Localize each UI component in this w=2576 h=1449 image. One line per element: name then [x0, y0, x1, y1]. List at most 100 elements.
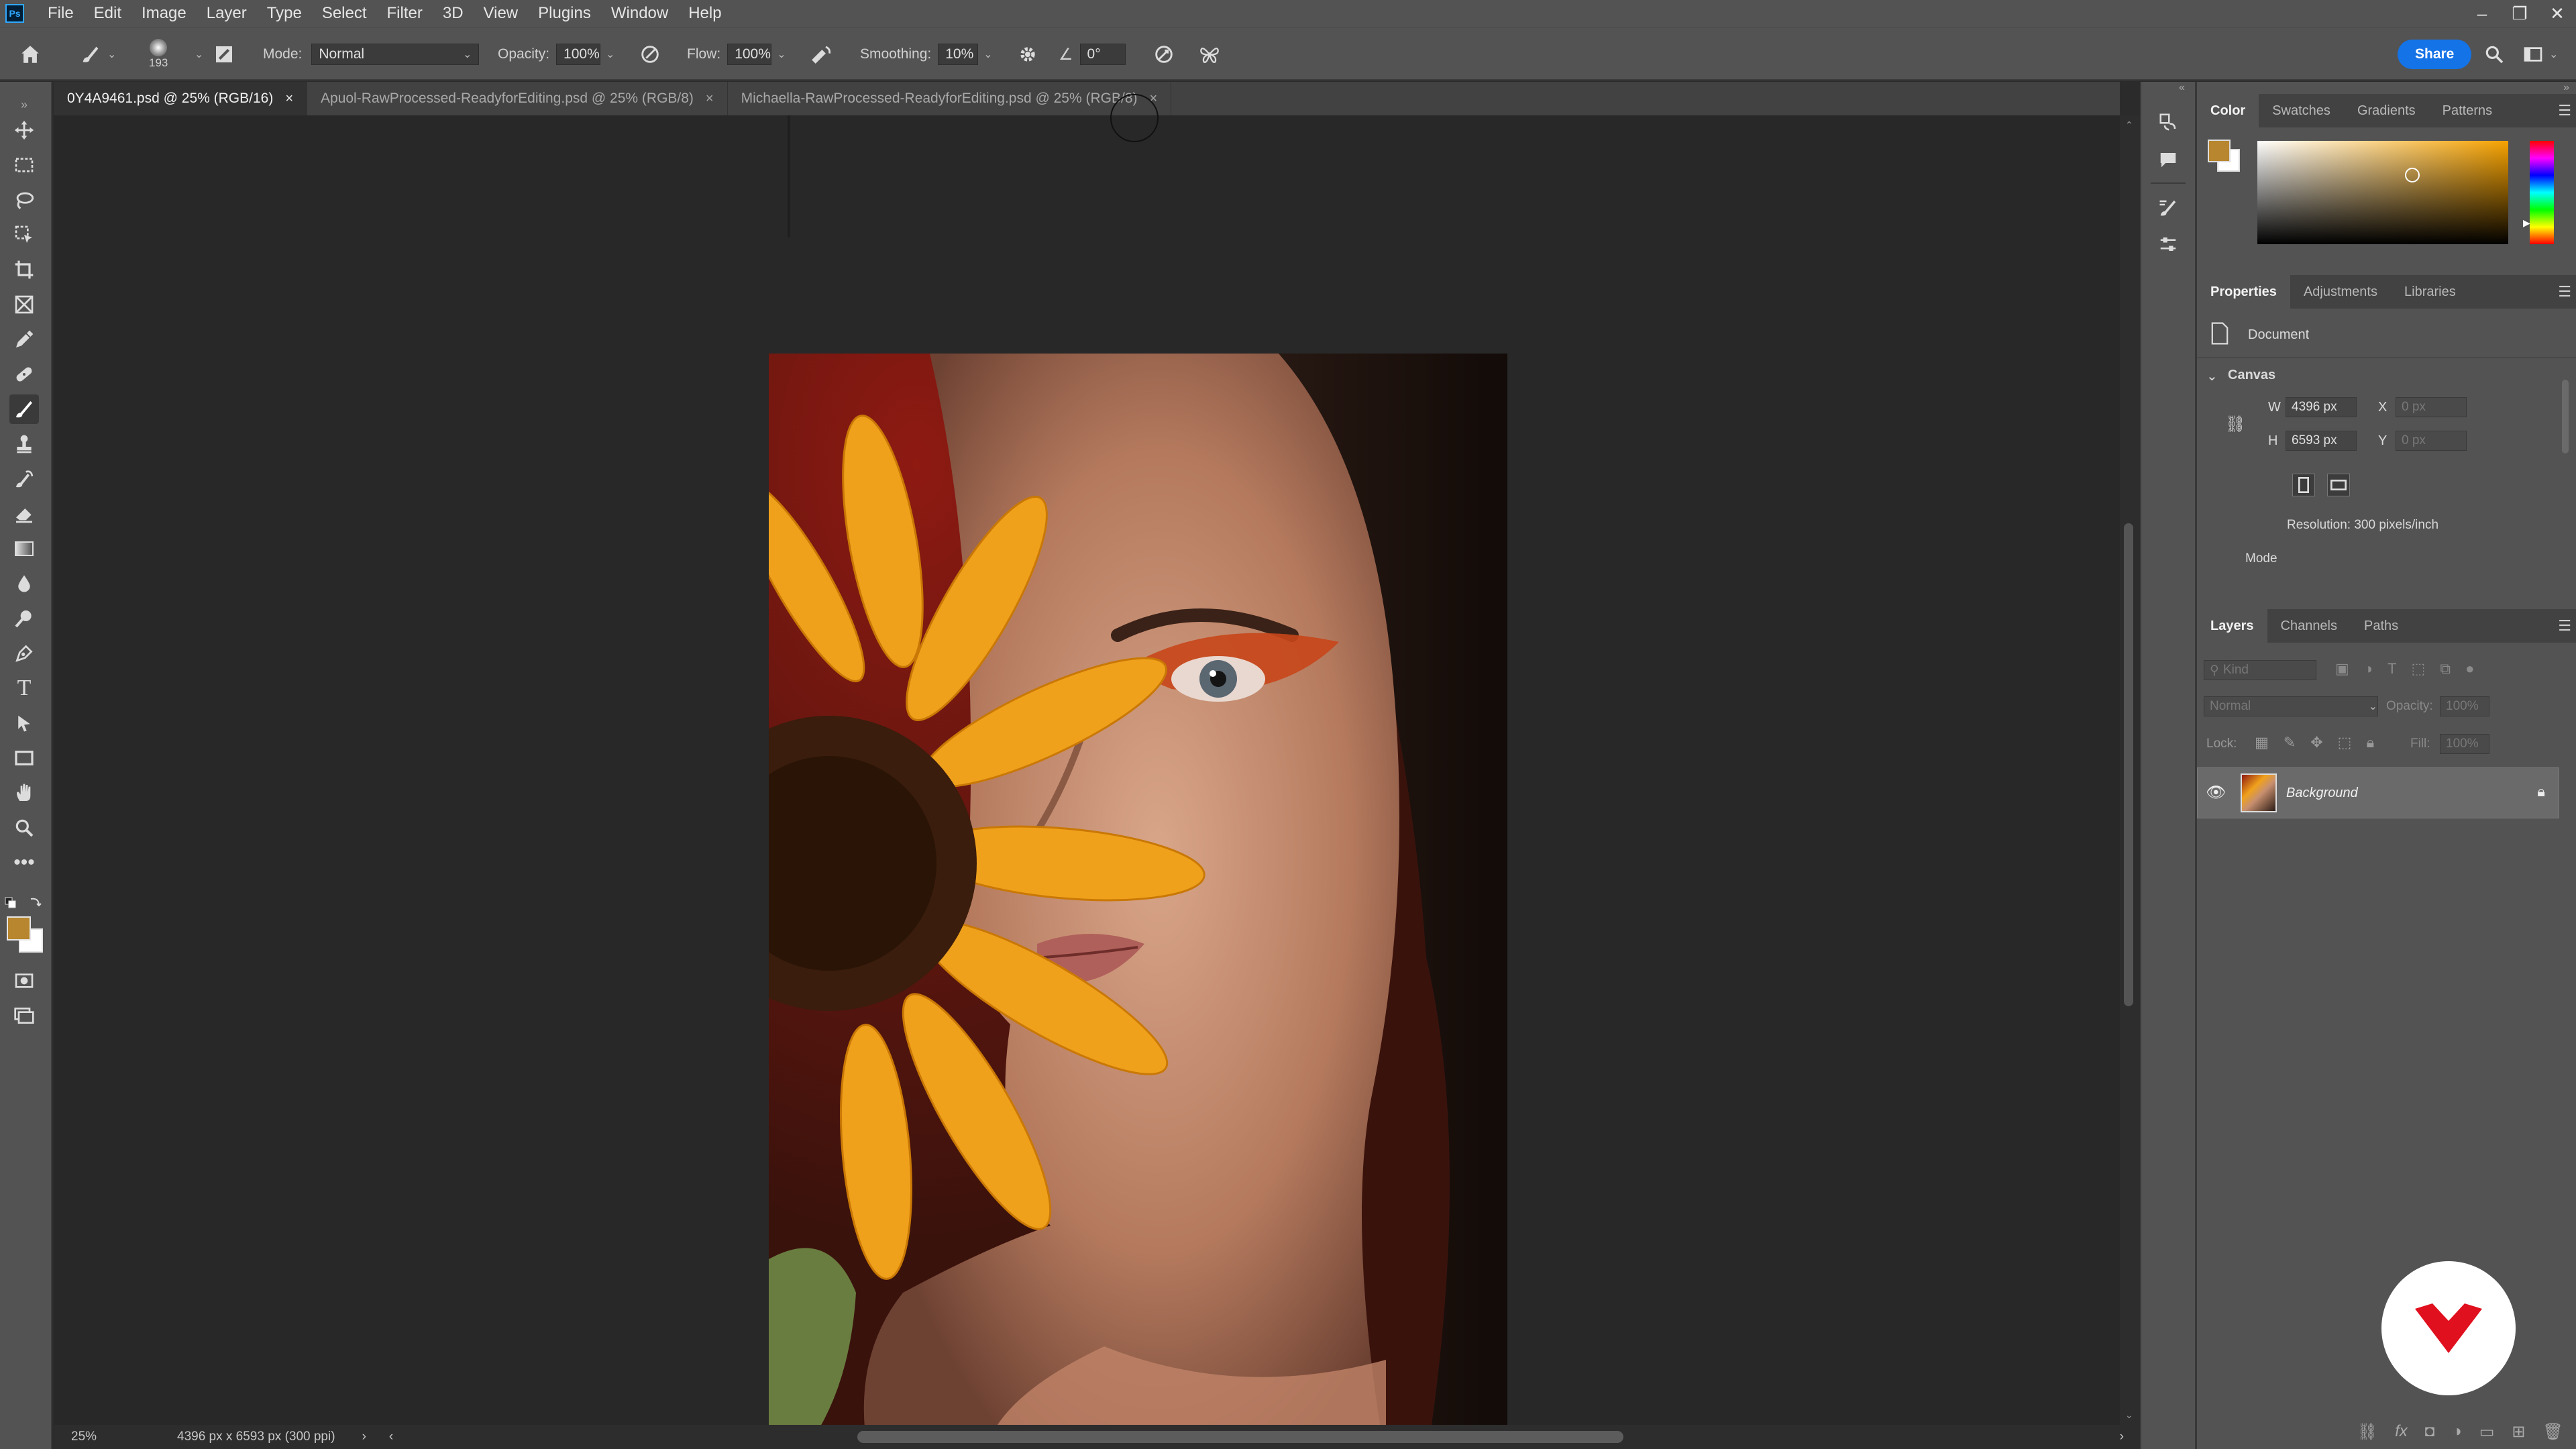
status-menu-chevron-icon[interactable]: › [362, 1430, 366, 1444]
color-field[interactable] [2257, 141, 2508, 244]
link-dimensions-icon[interactable]: ⛓ [2225, 415, 2245, 434]
type-tool-icon[interactable]: T [9, 674, 39, 703]
link-layers-icon[interactable]: ⛓ [2357, 1422, 2377, 1442]
tab-document-3[interactable]: Michaella-RawProcessed-ReadyforEditing.p… [727, 82, 1172, 115]
restore-icon[interactable]: ❐ [2501, 3, 2538, 24]
delete-layer-icon[interactable]: 🗑︎ [2543, 1422, 2563, 1442]
zoom-tool-icon[interactable] [9, 813, 39, 843]
object-selection-tool-icon[interactable] [9, 220, 39, 250]
flow-caret-icon[interactable]: ⌄ [777, 48, 786, 61]
new-layer-icon[interactable]: ⊞ [2512, 1422, 2525, 1442]
brush-tool-icon[interactable] [9, 394, 39, 424]
collapse-panels-icon[interactable]: « [2179, 82, 2185, 94]
tab-properties[interactable]: Properties [2197, 275, 2290, 309]
document-image[interactable] [769, 354, 1507, 1449]
symmetry-butterfly-icon[interactable] [1198, 28, 1221, 81]
brush-size-caret-icon[interactable]: ⌄ [195, 48, 203, 61]
history-panel-icon[interactable] [2155, 109, 2182, 136]
adjustment-layer-icon[interactable]: ◑ [2452, 1422, 2462, 1441]
move-tool-icon[interactable] [9, 115, 39, 145]
quick-mask-icon[interactable] [9, 966, 39, 996]
fx-icon[interactable]: fx [2395, 1422, 2408, 1441]
opacity-field[interactable]: 100% [556, 44, 601, 65]
landscape-orientation-icon[interactable] [2327, 474, 2350, 496]
eraser-tool-icon[interactable] [9, 499, 39, 529]
brush-settings-toggle-icon[interactable] [213, 28, 235, 81]
more-tools-icon[interactable]: ••• [9, 848, 39, 877]
color-picker-handle[interactable] [2405, 168, 2420, 182]
menu-file[interactable]: File [38, 0, 84, 27]
tab-swatches[interactable]: Swatches [2259, 94, 2344, 127]
clone-stamp-tool-icon[interactable] [9, 429, 39, 459]
panel-menu-icon[interactable]: ☰ [2558, 102, 2571, 119]
minimize-icon[interactable]: – [2463, 3, 2501, 24]
close-icon[interactable]: × [285, 91, 293, 107]
canvas-workspace[interactable] [54, 115, 2120, 1449]
flow-field[interactable]: 100% [727, 44, 772, 65]
foreground-color-swatch[interactable] [7, 916, 31, 941]
menu-image[interactable]: Image [131, 0, 197, 27]
scroll-right-icon[interactable]: › [2120, 1430, 2124, 1444]
pen-tool-icon[interactable] [9, 639, 39, 668]
panel-menu-icon[interactable]: ☰ [2558, 283, 2571, 301]
tab-adjustments[interactable]: Adjustments [2290, 275, 2391, 309]
airbrush-icon[interactable] [809, 28, 833, 81]
tab-layers[interactable]: Layers [2197, 609, 2267, 643]
menu-layer[interactable]: Layer [197, 0, 257, 27]
tab-channels[interactable]: Channels [2267, 609, 2351, 643]
menu-select[interactable]: Select [312, 0, 377, 27]
dodge-tool-icon[interactable] [9, 604, 39, 633]
tab-paths[interactable]: Paths [2351, 609, 2412, 643]
menu-window[interactable]: Window [601, 0, 678, 27]
smoothing-options-gear-icon[interactable] [1017, 28, 1038, 81]
comments-panel-icon[interactable] [2155, 146, 2182, 173]
chevron-down-icon[interactable]: ⌄ [2125, 1409, 2133, 1421]
tab-document-2[interactable]: Apuol-RawProcessed-ReadyforEditing.psd @… [307, 82, 728, 115]
tab-patterns[interactable]: Patterns [2429, 94, 2506, 127]
crop-tool-icon[interactable] [9, 255, 39, 284]
properties-scrollbar[interactable] [2562, 380, 2569, 453]
history-brush-tool-icon[interactable] [9, 464, 39, 494]
hand-tool-icon[interactable] [9, 778, 39, 808]
share-button[interactable]: Share [2398, 40, 2472, 69]
panel-menu-icon[interactable]: ☰ [2558, 617, 2571, 635]
path-selection-tool-icon[interactable] [9, 708, 39, 738]
blur-tool-icon[interactable] [9, 569, 39, 598]
horizontal-scrollbar-thumb[interactable] [857, 1431, 1623, 1443]
angle-field[interactable]: 0° [1079, 44, 1126, 65]
tab-color[interactable]: Color [2197, 94, 2259, 127]
portrait-orientation-icon[interactable] [2292, 474, 2315, 496]
eye-visibility-icon[interactable]: 👁︎ [2206, 783, 2226, 802]
lock-icon[interactable]: 🔒︎ [2537, 783, 2545, 800]
height-field[interactable]: 6593 px [2286, 431, 2357, 451]
layer-name[interactable]: Background [2286, 786, 2358, 801]
brush-settings-panel-icon[interactable] [2155, 195, 2182, 221]
new-group-icon[interactable]: ▭ [2479, 1422, 2495, 1442]
close-icon[interactable]: × [706, 91, 714, 107]
tab-libraries[interactable]: Libraries [2391, 275, 2469, 309]
brush-tool-preset-icon[interactable]: ⌄ [79, 28, 116, 81]
scroll-left-icon[interactable]: ‹ [389, 1430, 393, 1444]
zoom-level[interactable]: 25% [71, 1430, 172, 1444]
canvas-section-title[interactable]: Canvas [2228, 368, 2275, 383]
home-icon[interactable] [19, 28, 42, 81]
eyedropper-tool-icon[interactable] [9, 325, 39, 354]
pressure-size-icon[interactable] [1152, 28, 1175, 81]
gradient-tool-icon[interactable] [9, 534, 39, 564]
layer-row[interactable]: 👁︎ Background 🔒︎ [2197, 767, 2559, 818]
foreground-color-swatch[interactable] [2208, 140, 2231, 162]
menu-plugins[interactable]: Plugins [528, 0, 601, 27]
menu-3d[interactable]: 3D [433, 0, 474, 27]
add-mask-icon[interactable]: ◘ [2425, 1422, 2435, 1441]
opacity-caret-icon[interactable]: ⌄ [606, 48, 614, 61]
mode-dropdown[interactable]: Normal ⌄ [311, 44, 480, 65]
tab-document-1[interactable]: 0Y4A9461.psd @ 25% (RGB/16) × [54, 82, 308, 115]
screen-mode-icon[interactable] [9, 1001, 39, 1030]
smoothing-field[interactable]: 10% [938, 44, 979, 65]
collapse-dock-icon[interactable]: » [2563, 82, 2569, 94]
frame-tool-icon[interactable] [9, 290, 39, 319]
rectangle-tool-icon[interactable] [9, 743, 39, 773]
lasso-tool-icon[interactable] [9, 185, 39, 215]
hue-slider[interactable] [2530, 141, 2554, 244]
search-icon[interactable] [2483, 28, 2505, 81]
